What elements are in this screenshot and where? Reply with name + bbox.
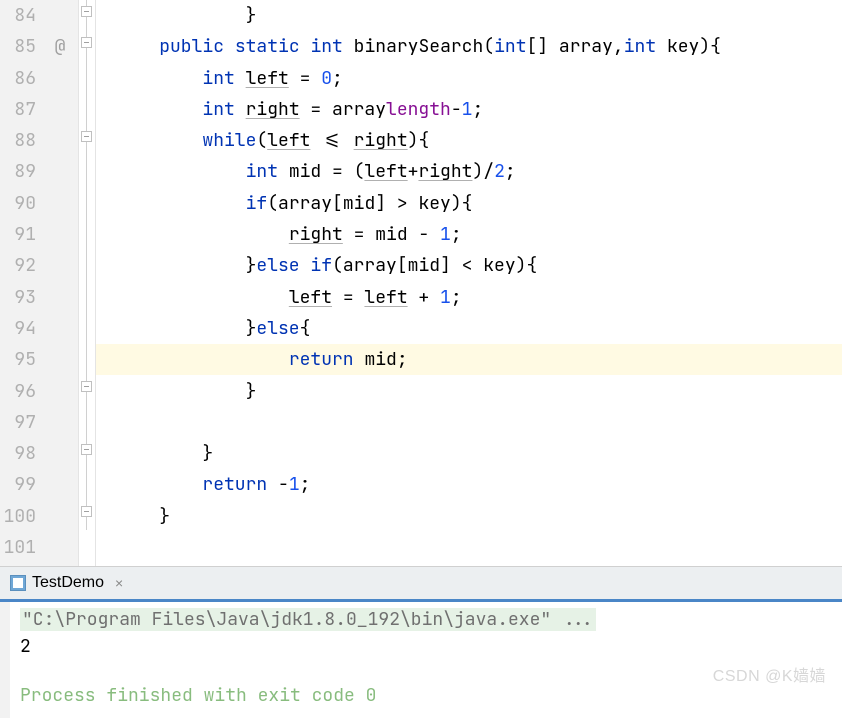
- line-number: 99: [0, 469, 36, 500]
- code-line[interactable]: int left = 0;: [96, 63, 842, 94]
- line-number: 91: [0, 219, 36, 250]
- console-gutter: [0, 602, 10, 718]
- fold-toggle-icon[interactable]: [81, 506, 92, 517]
- fold-toggle-icon[interactable]: [81, 444, 92, 455]
- fold-toggle-icon[interactable]: [81, 131, 92, 142]
- run-tool-tabbar[interactable]: TestDemo ×: [0, 566, 842, 602]
- code-line[interactable]: }: [96, 501, 842, 532]
- close-icon[interactable]: ×: [112, 576, 126, 590]
- console-command: "C:\Program Files\Java\jdk1.8.0_192\bin\…: [20, 608, 596, 631]
- code-line[interactable]: }: [96, 376, 842, 407]
- line-number: 101: [0, 532, 36, 563]
- line-number: 86: [0, 63, 36, 94]
- line-number: 90: [0, 188, 36, 219]
- code-line[interactable]: left = left + 1;: [96, 282, 842, 313]
- console-output: 2: [20, 635, 842, 658]
- line-number: 85: [0, 31, 36, 62]
- line-number: 88: [0, 125, 36, 156]
- code-line[interactable]: right = mid - 1;: [96, 219, 842, 250]
- code-line[interactable]: [96, 532, 842, 563]
- code-line[interactable]: }else{: [96, 313, 842, 344]
- annotation-gutter: @: [42, 0, 78, 566]
- line-number: 92: [0, 250, 36, 281]
- code-line[interactable]: int mid = (left+right)/2;: [96, 156, 842, 187]
- line-number: 97: [0, 407, 36, 438]
- code-line[interactable]: [96, 407, 842, 438]
- fold-toggle-icon[interactable]: [81, 6, 92, 17]
- console-exit-status: Process finished with exit code 0: [20, 684, 842, 707]
- line-number: 94: [0, 313, 36, 344]
- code-line[interactable]: }: [96, 0, 842, 31]
- line-number: 89: [0, 156, 36, 187]
- fold-gutter[interactable]: [78, 0, 96, 566]
- code-line[interactable]: if(array[mid] > key){: [96, 188, 842, 219]
- code-line[interactable]: }: [96, 438, 842, 469]
- code-line[interactable]: return mid;: [96, 344, 842, 375]
- code-line[interactable]: return -1;: [96, 469, 842, 500]
- code-line[interactable]: while(left <= right){: [96, 125, 842, 156]
- code-content[interactable]: } public static int binarySearch(int[] a…: [96, 0, 842, 566]
- run-console[interactable]: "C:\Program Files\Java\jdk1.8.0_192\bin\…: [0, 602, 842, 718]
- code-line[interactable]: int right = arraylength-1;: [96, 94, 842, 125]
- vcs-marker[interactable]: @: [42, 31, 78, 62]
- line-number: 96: [0, 376, 36, 407]
- line-number: 93: [0, 282, 36, 313]
- line-number: 95: [0, 344, 36, 375]
- run-tab-label[interactable]: TestDemo: [32, 574, 104, 592]
- fold-toggle-icon[interactable]: [81, 37, 92, 48]
- line-number: 100: [0, 501, 36, 532]
- code-editor[interactable]: 84 85 86 87 88 89 90 91 92 93 94 95 96 9…: [0, 0, 842, 566]
- line-number: 87: [0, 94, 36, 125]
- line-number: 84: [0, 0, 36, 31]
- code-line[interactable]: }else if(array[mid] < key){: [96, 250, 842, 281]
- line-number-gutter: 84 85 86 87 88 89 90 91 92 93 94 95 96 9…: [0, 0, 42, 566]
- run-tab-icon: [10, 575, 26, 591]
- fold-toggle-icon[interactable]: [81, 381, 92, 392]
- line-number: 98: [0, 438, 36, 469]
- watermark: CSDN @K嫱嫱: [713, 662, 826, 686]
- code-line[interactable]: public static int binarySearch(int[] arr…: [96, 31, 842, 62]
